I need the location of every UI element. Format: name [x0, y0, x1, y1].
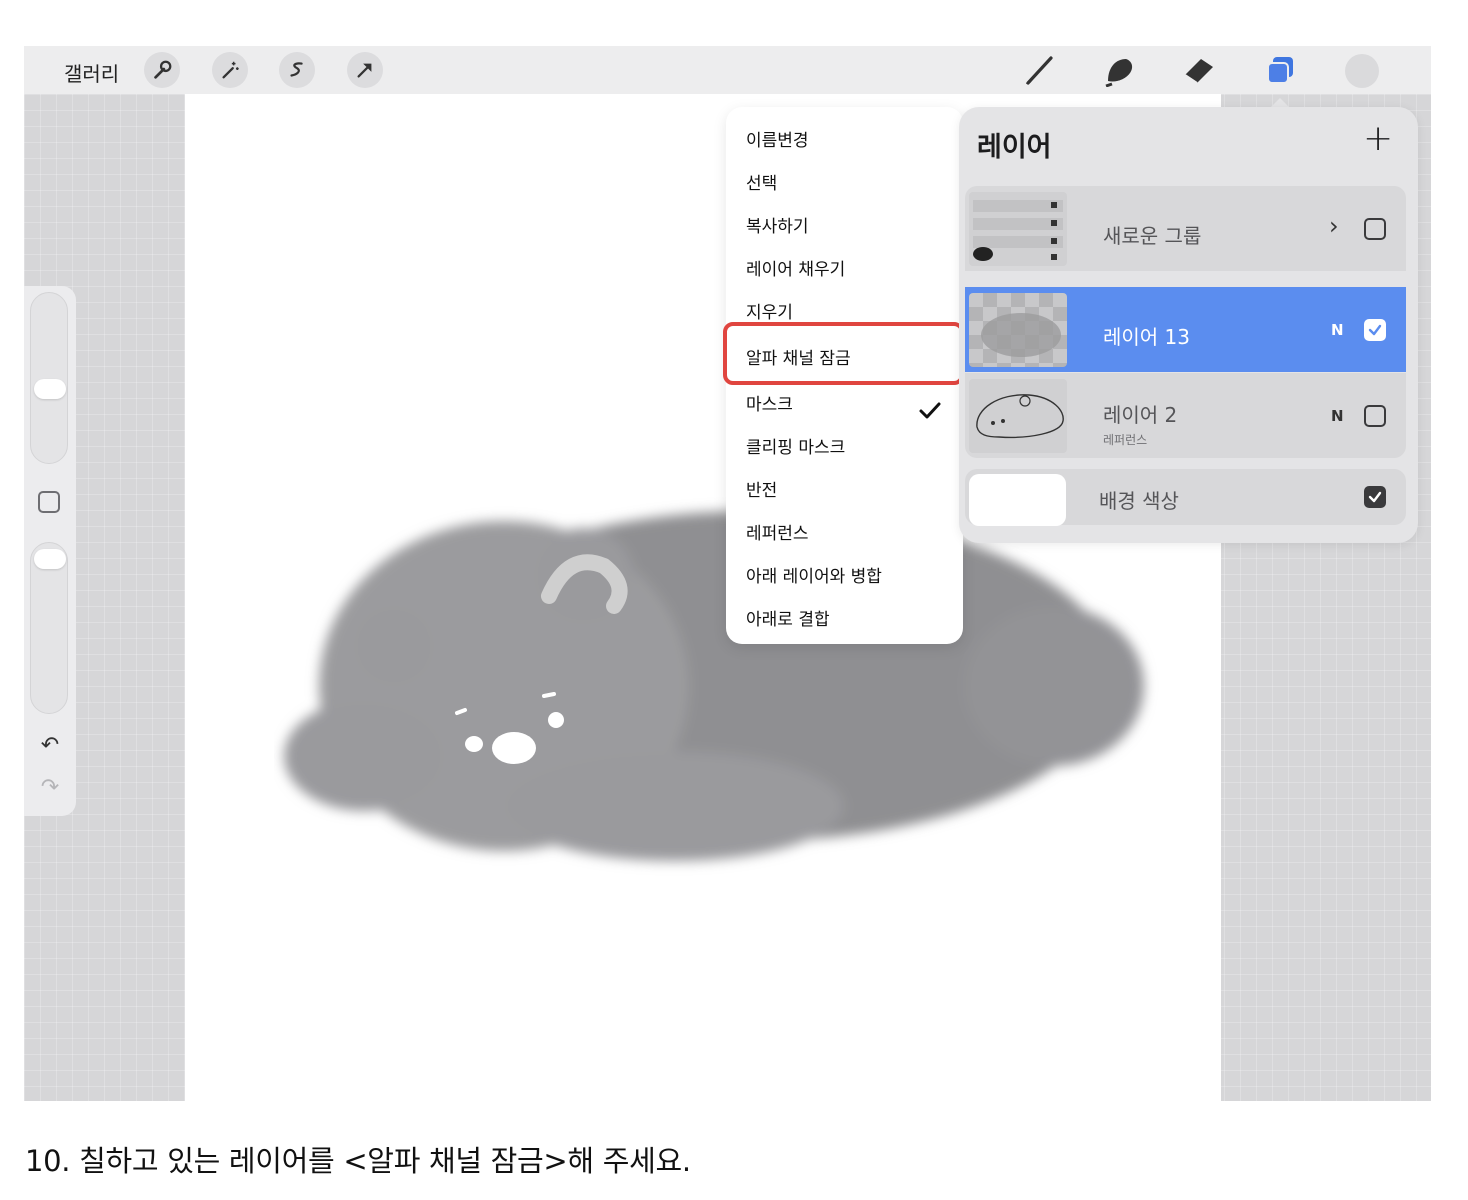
procreate-app: 갤러리 ↶ ↷ 이름변경 선택 복사하기 레이어 채우기 지우기 알파 채널 잠… [24, 46, 1431, 1101]
brush-size-slider[interactable] [30, 292, 68, 464]
background-swatch[interactable] [969, 474, 1066, 526]
menu-item-mask[interactable]: 마스크 [746, 390, 793, 415]
layers-panel: 레이어 + 새로운 그룹 › 레이어 13 N 레이어 2 레퍼런스 N 배경 … [959, 107, 1418, 543]
visibility-checkbox[interactable] [1364, 218, 1386, 240]
chevron-right-icon[interactable]: › [1329, 212, 1339, 240]
selection-icon[interactable] [279, 52, 315, 88]
menu-item-invert[interactable]: 반전 [746, 476, 777, 501]
blend-mode-label[interactable]: N [1331, 407, 1344, 425]
layer-row[interactable]: 레이어 2 레퍼런스 N [965, 373, 1406, 458]
instruction-caption: 10. 칠하고 있는 레이어를 <알파 채널 잠금>해 주세요. [25, 1144, 691, 1178]
layers-icon[interactable] [1261, 52, 1301, 88]
eraser-icon[interactable] [1179, 52, 1219, 88]
menu-item-rename[interactable]: 이름변경 [746, 126, 809, 151]
alpha-lock-highlight [723, 322, 964, 385]
left-sidebar: ↶ ↷ [24, 286, 76, 816]
menu-item-copy[interactable]: 복사하기 [746, 212, 809, 237]
add-layer-button[interactable]: + [1363, 121, 1393, 157]
background-color-row[interactable]: 배경 색상 [965, 469, 1406, 526]
layer-subtitle: 레퍼런스 [1103, 433, 1148, 447]
undo-icon[interactable]: ↶ [37, 734, 63, 758]
layer-name: 새로운 그룹 [1103, 224, 1202, 248]
menu-item-clear[interactable]: 지우기 [746, 298, 793, 323]
visibility-checkbox[interactable] [1364, 405, 1386, 427]
layers-panel-title: 레이어 [977, 132, 1052, 163]
menu-item-combine-down[interactable]: 아래로 결합 [746, 605, 830, 630]
wrench-icon[interactable] [144, 52, 180, 88]
visibility-checkbox[interactable] [1364, 486, 1386, 508]
top-toolbar: 갤러리 [24, 46, 1431, 94]
magic-wand-icon[interactable] [212, 52, 248, 88]
group-thumbnail [969, 192, 1067, 266]
layer-name: 레이어 2 [1103, 403, 1178, 427]
visibility-checkbox[interactable] [1364, 319, 1386, 341]
redo-icon[interactable]: ↷ [37, 776, 63, 800]
opacity-knob[interactable] [34, 549, 66, 569]
checkmark-icon [919, 402, 941, 419]
opacity-slider[interactable] [30, 542, 68, 714]
brush-icon[interactable] [1021, 52, 1061, 88]
color-picker[interactable] [1345, 54, 1379, 88]
menu-item-select[interactable]: 선택 [746, 169, 777, 194]
layer-thumbnail [969, 293, 1067, 367]
menu-item-clipping-mask[interactable]: 클리핑 마스크 [746, 433, 845, 458]
background-color-label: 배경 색상 [1099, 489, 1179, 513]
menu-item-merge-down[interactable]: 아래 레이어와 병합 [746, 562, 882, 587]
blend-mode-label[interactable]: N [1331, 321, 1344, 339]
menu-item-reference[interactable]: 레퍼런스 [746, 519, 809, 544]
layer-row-selected[interactable]: 레이어 13 N [965, 287, 1406, 372]
menu-item-fill-layer[interactable]: 레이어 채우기 [746, 255, 845, 280]
modify-square-button[interactable] [38, 491, 60, 513]
transform-icon[interactable] [347, 52, 383, 88]
brush-size-knob[interactable] [34, 379, 66, 399]
gallery-button[interactable]: 갤러리 [64, 58, 119, 87]
smudge-icon[interactable] [1100, 52, 1140, 88]
layer-thumbnail [969, 379, 1067, 453]
layer-row-group[interactable]: 새로운 그룹 › [965, 186, 1406, 271]
layer-name: 레이어 13 [1103, 325, 1191, 349]
